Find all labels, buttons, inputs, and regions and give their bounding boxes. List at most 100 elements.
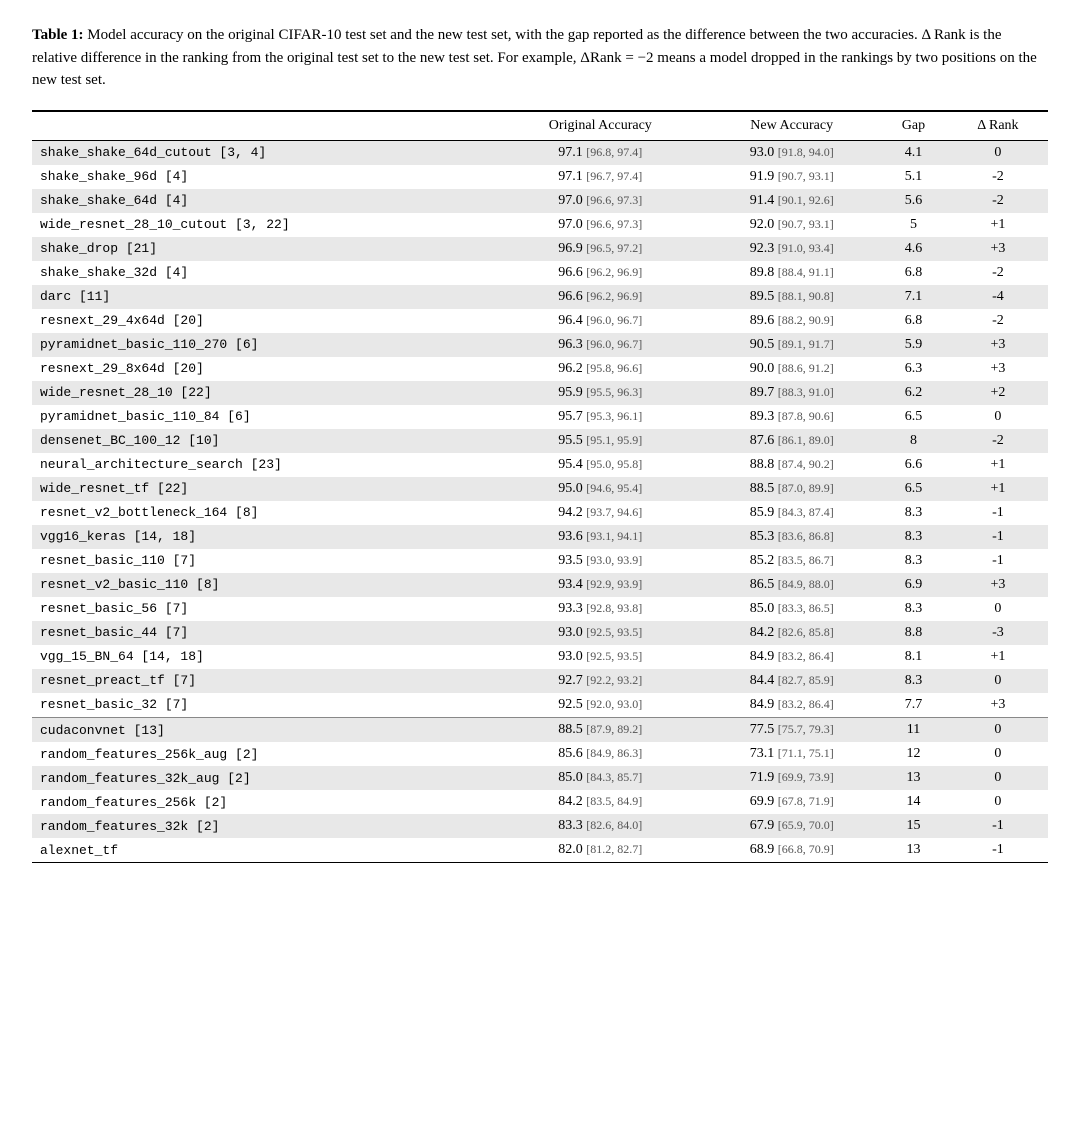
- original-accuracy-cell: 97.0 [96.6, 97.3]: [496, 189, 704, 213]
- original-accuracy-cell: 84.2 [83.5, 84.9]: [496, 790, 704, 814]
- model-name-cell: resnet_basic_32 [7]: [32, 693, 496, 718]
- new-accuracy-cell: 73.1 [71.1, 75.1]: [704, 742, 879, 766]
- table-row: vgg16_keras [14, 18]93.6 [93.1, 94.1]85.…: [32, 525, 1048, 549]
- table-row: pyramidnet_basic_110_84 [6]95.7 [95.3, 9…: [32, 405, 1048, 429]
- table-row: pyramidnet_basic_110_270 [6]96.3 [96.0, …: [32, 333, 1048, 357]
- table-row: shake_shake_32d [4]96.6 [96.2, 96.9]89.8…: [32, 261, 1048, 285]
- model-name-cell: vgg_15_BN_64 [14, 18]: [32, 645, 496, 669]
- table-caption: Table 1: Model accuracy on the original …: [32, 24, 1048, 92]
- delta-rank-cell: +1: [948, 213, 1048, 237]
- gap-cell: 5: [879, 213, 948, 237]
- delta-rank-cell: 0: [948, 790, 1048, 814]
- original-accuracy-cell: 85.0 [84.3, 85.7]: [496, 766, 704, 790]
- delta-rank-cell: +3: [948, 573, 1048, 597]
- new-accuracy-cell: 92.0 [90.7, 93.1]: [704, 213, 879, 237]
- original-accuracy-cell: 83.3 [82.6, 84.0]: [496, 814, 704, 838]
- model-name-cell: alexnet_tf: [32, 838, 496, 863]
- gap-cell: 15: [879, 814, 948, 838]
- new-accuracy-cell: 85.9 [84.3, 87.4]: [704, 501, 879, 525]
- original-accuracy-cell: 92.7 [92.2, 93.2]: [496, 669, 704, 693]
- model-name-cell: cudaconvnet [13]: [32, 718, 496, 742]
- gap-cell: 8.3: [879, 597, 948, 621]
- delta-rank-cell: +3: [948, 693, 1048, 718]
- new-accuracy-cell: 69.9 [67.8, 71.9]: [704, 790, 879, 814]
- table-row: cudaconvnet [13]88.5 [87.9, 89.2]77.5 [7…: [32, 718, 1048, 742]
- original-accuracy-cell: 95.4 [95.0, 95.8]: [496, 453, 704, 477]
- original-accuracy-cell: 97.1 [96.8, 97.4]: [496, 140, 704, 165]
- original-accuracy-cell: 96.6 [96.2, 96.9]: [496, 261, 704, 285]
- new-accuracy-cell: 77.5 [75.7, 79.3]: [704, 718, 879, 742]
- model-name-cell: shake_shake_64d_cutout [3, 4]: [32, 140, 496, 165]
- table-header: Original Accuracy New Accuracy Gap Δ Ran…: [32, 111, 1048, 141]
- new-accuracy-cell: 84.2 [82.6, 85.8]: [704, 621, 879, 645]
- table-row: neural_architecture_search [23]95.4 [95.…: [32, 453, 1048, 477]
- table-row: resnext_29_8x64d [20]96.2 [95.8, 96.6]90…: [32, 357, 1048, 381]
- delta-rank-cell: 0: [948, 669, 1048, 693]
- model-name-cell: shake_drop [21]: [32, 237, 496, 261]
- delta-rank-cell: -1: [948, 525, 1048, 549]
- model-name-cell: pyramidnet_basic_110_270 [6]: [32, 333, 496, 357]
- original-accuracy-cell: 96.9 [96.5, 97.2]: [496, 237, 704, 261]
- delta-rank-cell: -1: [948, 549, 1048, 573]
- gap-cell: 11: [879, 718, 948, 742]
- table-row: shake_shake_96d [4]97.1 [96.7, 97.4]91.9…: [32, 165, 1048, 189]
- new-accuracy-cell: 85.3 [83.6, 86.8]: [704, 525, 879, 549]
- delta-rank-header: Δ Rank: [948, 111, 1048, 141]
- new-accuracy-cell: 92.3 [91.0, 93.4]: [704, 237, 879, 261]
- gap-cell: 6.2: [879, 381, 948, 405]
- gap-cell: 12: [879, 742, 948, 766]
- table-row: resnext_29_4x64d [20]96.4 [96.0, 96.7]89…: [32, 309, 1048, 333]
- table-row: densenet_BC_100_12 [10]95.5 [95.1, 95.9]…: [32, 429, 1048, 453]
- delta-rank-cell: +1: [948, 645, 1048, 669]
- model-name-cell: resnet_basic_110 [7]: [32, 549, 496, 573]
- model-name-cell: wide_resnet_28_10 [22]: [32, 381, 496, 405]
- original-accuracy-cell: 93.3 [92.8, 93.8]: [496, 597, 704, 621]
- model-name-cell: neural_architecture_search [23]: [32, 453, 496, 477]
- model-name-cell: wide_resnet_tf [22]: [32, 477, 496, 501]
- gap-cell: 13: [879, 838, 948, 863]
- table-body: shake_shake_64d_cutout [3, 4]97.1 [96.8,…: [32, 140, 1048, 864]
- new-accuracy-cell: 85.0 [83.3, 86.5]: [704, 597, 879, 621]
- new-accuracy-cell: 90.5 [89.1, 91.7]: [704, 333, 879, 357]
- model-name-cell: resnet_v2_bottleneck_164 [8]: [32, 501, 496, 525]
- gap-cell: 5.9: [879, 333, 948, 357]
- gap-header: Gap: [879, 111, 948, 141]
- original-accuracy-cell: 82.0 [81.2, 82.7]: [496, 838, 704, 863]
- table-row: vgg_15_BN_64 [14, 18]93.0 [92.5, 93.5]84…: [32, 645, 1048, 669]
- original-accuracy-cell: 96.4 [96.0, 96.7]: [496, 309, 704, 333]
- model-name-cell: darc [11]: [32, 285, 496, 309]
- table-row: resnet_v2_bottleneck_164 [8]94.2 [93.7, …: [32, 501, 1048, 525]
- new-accuracy-cell: 93.0 [91.8, 94.0]: [704, 140, 879, 165]
- delta-rank-cell: +3: [948, 333, 1048, 357]
- delta-rank-cell: 0: [948, 140, 1048, 165]
- delta-rank-cell: 0: [948, 405, 1048, 429]
- delta-rank-cell: -3: [948, 621, 1048, 645]
- new-accuracy-cell: 86.5 [84.9, 88.0]: [704, 573, 879, 597]
- delta-rank-cell: -4: [948, 285, 1048, 309]
- gap-cell: 5.1: [879, 165, 948, 189]
- gap-cell: 6.8: [879, 261, 948, 285]
- delta-rank-cell: -2: [948, 165, 1048, 189]
- table-row: random_features_32k [2]83.3 [82.6, 84.0]…: [32, 814, 1048, 838]
- original-accuracy-cell: 95.7 [95.3, 96.1]: [496, 405, 704, 429]
- table-row: wide_resnet_28_10 [22]95.9 [95.5, 96.3]8…: [32, 381, 1048, 405]
- new-accuracy-cell: 87.6 [86.1, 89.0]: [704, 429, 879, 453]
- table-row: darc [11]96.6 [96.2, 96.9]89.5 [88.1, 90…: [32, 285, 1048, 309]
- new-accuracy-cell: 88.8 [87.4, 90.2]: [704, 453, 879, 477]
- model-name-cell: pyramidnet_basic_110_84 [6]: [32, 405, 496, 429]
- original-accuracy-cell: 97.1 [96.7, 97.4]: [496, 165, 704, 189]
- new-accuracy-cell: 84.9 [83.2, 86.4]: [704, 693, 879, 718]
- gap-cell: 8.3: [879, 549, 948, 573]
- table-row: shake_drop [21]96.9 [96.5, 97.2]92.3 [91…: [32, 237, 1048, 261]
- table-row: shake_shake_64d_cutout [3, 4]97.1 [96.8,…: [32, 140, 1048, 165]
- model-name-cell: wide_resnet_28_10_cutout [3, 22]: [32, 213, 496, 237]
- delta-rank-cell: +1: [948, 453, 1048, 477]
- original-accuracy-cell: 96.2 [95.8, 96.6]: [496, 357, 704, 381]
- model-name-cell: resnext_29_8x64d [20]: [32, 357, 496, 381]
- new-accuracy-header: New Accuracy: [704, 111, 879, 141]
- gap-cell: 13: [879, 766, 948, 790]
- table-row: wide_resnet_tf [22]95.0 [94.6, 95.4]88.5…: [32, 477, 1048, 501]
- gap-cell: 6.8: [879, 309, 948, 333]
- original-accuracy-cell: 93.6 [93.1, 94.1]: [496, 525, 704, 549]
- table-row: resnet_v2_basic_110 [8]93.4 [92.9, 93.9]…: [32, 573, 1048, 597]
